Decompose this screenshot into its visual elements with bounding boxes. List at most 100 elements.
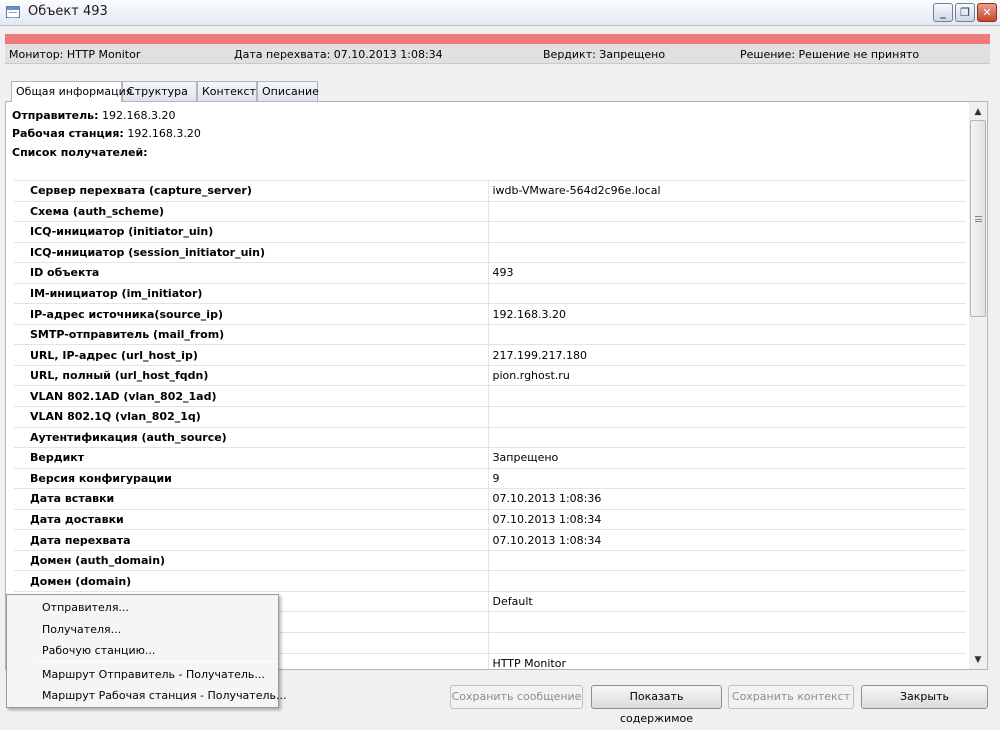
property-value <box>488 611 966 634</box>
table-row[interactable]: Аутентификация (auth_source) <box>14 427 966 449</box>
table-row[interactable]: VLAN 802.1AD (vlan_802_1ad) <box>14 385 966 408</box>
sender-value: 192.168.3.20 <box>102 109 176 122</box>
title-bar: Объект 493 _ ❐ ✕ <box>0 0 1000 26</box>
property-value <box>488 570 966 592</box>
property-key: VLAN 802.1Q (vlan_802_1q) <box>14 406 489 428</box>
property-key: URL, IP-адрес (url_host_ip) <box>14 344 489 366</box>
menu-separator <box>37 661 277 662</box>
property-value <box>488 201 966 223</box>
table-row[interactable]: SMTP-отправитель (mail_from) <box>14 324 966 346</box>
property-value <box>488 221 966 243</box>
recipients-label: Список получателей: <box>12 146 148 159</box>
property-value <box>488 242 966 264</box>
property-value <box>488 550 966 572</box>
property-value <box>488 406 966 428</box>
table-row[interactable]: ID объекта 493 <box>14 262 966 284</box>
property-value: 9 <box>488 468 966 490</box>
table-row[interactable]: IP-адрес источника(source_ip) 192.168.3.2… <box>14 303 966 325</box>
property-value <box>488 324 966 346</box>
table-row[interactable]: Сервер перехвата (capture_server) iwdb-VM… <box>14 180 966 202</box>
table-row[interactable]: Дата доставки 07.10.2013 1:08:34 <box>14 509 966 531</box>
table-row[interactable]: VLAN 802.1Q (vlan_802_1q) <box>14 406 966 428</box>
status-info-bar: Монитор: HTTP Monitor Дата перехвата: 07… <box>5 44 990 64</box>
property-key: Дата вставки <box>14 488 489 510</box>
decision-status: Решение: Решение не принято <box>740 48 920 61</box>
property-key: Схема (auth_scheme) <box>14 201 489 223</box>
property-value: 07.10.2013 1:08:34 <box>488 509 966 531</box>
verdict-color-bar <box>5 34 990 44</box>
property-value: iwdb-VMware-564d2c96e.local <box>488 180 966 202</box>
maximize-button[interactable]: ❐ <box>955 3 975 22</box>
minimize-button[interactable]: _ <box>933 3 953 22</box>
sender-label: Отправитель: <box>12 109 99 122</box>
tab-structure[interactable]: Структура <box>122 81 197 101</box>
property-key: Домен (domain) <box>14 570 489 592</box>
property-key: Аутентификация (auth_source) <box>14 427 489 449</box>
property-value <box>488 632 966 654</box>
property-key: SMTP-отправитель (mail_from) <box>14 324 489 346</box>
table-row[interactable]: ICQ-инициатор (initiator_uin) <box>14 221 966 243</box>
sender-line: Отправитель: 192.168.3.20 <box>12 109 176 122</box>
menu-item-route-workstation-recipient[interactable]: Маршрут Рабочая станция - Получатель... <box>42 689 286 702</box>
window-title: Объект 493 <box>28 4 108 19</box>
tab-description[interactable]: Описание <box>257 81 319 101</box>
table-row[interactable]: Версия конфигурации 9 <box>14 468 966 490</box>
scroll-down-icon[interactable]: ▼ <box>969 652 987 668</box>
tab-context[interactable]: Контекст <box>197 81 257 101</box>
property-key: Дата перехвата <box>14 529 489 551</box>
property-key: ICQ-инициатор (session_initiator_uin) <box>14 242 489 264</box>
table-row[interactable]: Схема (auth_scheme) <box>14 201 966 223</box>
property-key: ICQ-инициатор (initiator_uin) <box>14 221 489 243</box>
capture-date-status: Дата перехвата: 07.10.2013 1:08:34 <box>234 48 443 61</box>
scroll-thumb[interactable] <box>970 120 986 317</box>
property-key: Сервер перехвата (capture_server) <box>14 180 489 202</box>
table-row[interactable]: URL, IP-адрес (url_host_ip) 217.199.217.1… <box>14 344 966 366</box>
table-row[interactable]: Дата вставки 07.10.2013 1:08:36 <box>14 488 966 510</box>
table-row[interactable]: IM-инициатор (im_initiator) <box>14 283 966 305</box>
workstation-value: 192.168.3.20 <box>127 127 201 140</box>
menu-item-route-sender-recipient[interactable]: Маршрут Отправитель - Получатель... <box>42 668 265 681</box>
general-info-panel: Отправитель: 192.168.3.20 Рабочая станци… <box>5 101 988 670</box>
save-context-button[interactable]: Сохранить контекст <box>728 685 854 709</box>
property-key: URL, полный (url_host_fqdn) <box>14 365 489 387</box>
property-key: Вердикт <box>14 447 489 469</box>
context-menu: Отправителя... Получателя... Рабочую ста… <box>6 594 286 708</box>
window-icon <box>6 6 20 18</box>
property-value <box>488 427 966 449</box>
table-row[interactable]: Дата перехвата 07.10.2013 1:08:34 <box>14 529 966 551</box>
save-message-button[interactable]: Сохранить сообщение <box>450 685 583 709</box>
recipients-line: Список получателей: <box>12 146 148 159</box>
property-key: IP-адрес источника(source_ip) <box>14 303 489 325</box>
close-button[interactable]: Закрыть <box>861 685 988 709</box>
menu-item-recipient[interactable]: Получателя... <box>42 623 121 636</box>
scroll-up-icon[interactable]: ▲ <box>969 104 987 120</box>
property-value: HTTP Monitor <box>488 653 966 669</box>
property-key: Версия конфигурации <box>14 468 489 490</box>
menu-item-workstation[interactable]: Рабочую станцию... <box>42 644 155 657</box>
grip-icon <box>975 216 982 222</box>
close-window-button[interactable]: ✕ <box>977 3 997 22</box>
property-value: 07.10.2013 1:08:36 <box>488 488 966 510</box>
property-value: 07.10.2013 1:08:34 <box>488 529 966 551</box>
tab-general-info[interactable]: Общая информация <box>11 81 132 102</box>
verdict-status: Вердикт: Запрещено <box>543 48 666 61</box>
table-row[interactable]: ICQ-инициатор (session_initiator_uin) <box>14 242 966 264</box>
table-row[interactable]: Домен (domain) <box>14 570 966 592</box>
vertical-scrollbar[interactable]: ▲ ▼ <box>969 102 987 669</box>
property-value: Запрещено <box>488 447 966 469</box>
property-key: ID объекта <box>14 262 489 284</box>
property-value: 192.168.3.20 <box>488 303 966 325</box>
table-row[interactable]: Вердикт Запрещено <box>14 447 966 469</box>
property-value: Default <box>488 591 966 613</box>
property-value <box>488 283 966 305</box>
table-row[interactable]: Домен (auth_domain) <box>14 550 966 572</box>
property-key: Дата доставки <box>14 509 489 531</box>
show-content-button[interactable]: Показать содержимое <box>591 685 722 725</box>
menu-item-sender[interactable]: Отправителя... <box>42 601 129 614</box>
property-key: IM-инициатор (im_initiator) <box>14 283 489 305</box>
workstation-line: Рабочая станция: 192.168.3.20 <box>12 127 201 140</box>
property-value: 217.199.217.180 <box>488 344 966 366</box>
monitor-status: Монитор: HTTP Monitor <box>9 48 141 61</box>
table-row[interactable]: URL, полный (url_host_fqdn) pion.rghost.r… <box>14 365 966 387</box>
property-key: Домен (auth_domain) <box>14 550 489 572</box>
